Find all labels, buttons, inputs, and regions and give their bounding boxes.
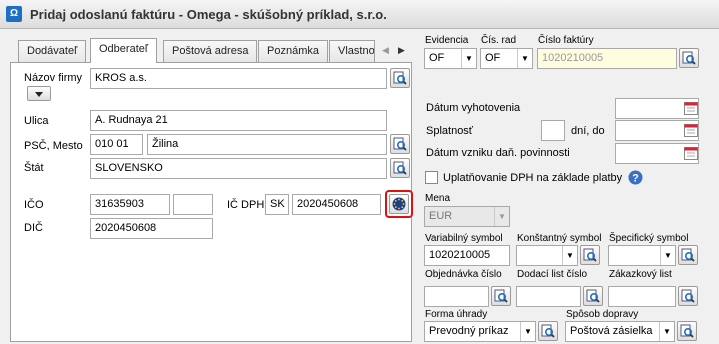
company-label: Názov firmy [24,72,83,84]
tab-scroll-left-icon[interactable]: ◀ [382,45,389,56]
ss-chevron-down-icon[interactable]: ▼ [660,246,675,265]
datum-vyhotovenia-label: Dátum vyhotovenia [426,102,521,114]
mena-label: Mena [425,193,451,204]
zak-label: Zákazkový list [609,269,672,280]
ks-label: Konštantný symbol [517,233,602,244]
ss-search-button[interactable] [678,245,698,265]
cislo-faktury-input[interactable]: 1020210005 [537,48,677,69]
cis-rad-chevron-down-icon[interactable]: ▼ [517,49,532,68]
mena-chevron-down-icon[interactable]: ▼ [494,207,509,226]
vs-label: Variabilný symbol [425,233,503,244]
search-icon [393,161,407,175]
search-icon [681,248,695,262]
ico-dph-input[interactable]: 2020450608 [292,194,381,215]
app-icon: Ω [6,6,22,22]
vs-input[interactable]: 1020210005 [424,245,510,266]
ks-chevron-down-icon[interactable]: ▼ [562,246,577,265]
dic-input[interactable]: 2020450608 [90,218,213,239]
help-icon[interactable]: ? [628,170,643,185]
state-search-button[interactable] [390,158,410,178]
ico-input[interactable]: 31635903 [90,194,170,215]
datum-vzniku-label: Dátum vzniku daň. povinnosti [426,147,570,159]
tab-vlastnosti[interactable]: Vlastno [329,40,375,62]
splatnost-days-input[interactable] [541,120,565,141]
search-icon [393,71,407,85]
obj-search-button[interactable] [491,286,511,306]
uplatnovanie-checkbox[interactable] [425,171,438,184]
search-icon [681,289,695,303]
evidencia-label: Evidencia [425,35,469,46]
search-icon [393,137,407,151]
uplatnovanie-label: Uplatňovanie DPH na základe platby [443,172,623,184]
city-search-button[interactable] [390,134,410,154]
cislo-faktury-search-button[interactable] [679,48,699,68]
window-title: Pridaj odoslanú faktúru - Omega - skúšob… [30,7,387,22]
company-input[interactable]: KROS a.s. [90,68,387,89]
tab-scroll-right-icon[interactable]: ▶ [398,45,405,56]
obj-input[interactable] [424,286,489,307]
ico-dph-prefix-input[interactable]: SK [265,194,289,215]
calendar-icon[interactable] [684,123,698,137]
cis-rad-label: Čís. rad [481,35,517,46]
zip-city-label: PSČ, Mesto [24,140,83,152]
dl-label: Dodací list číslo [517,269,588,280]
ico-dph-label: IČ DPH [227,199,265,211]
cislo-faktury-label: Číslo faktúry [538,35,594,46]
evidencia-chevron-down-icon[interactable]: ▼ [461,49,476,68]
search-icon [682,51,696,65]
street-input[interactable]: A. Rudnaya 21 [90,110,387,131]
dl-search-button[interactable] [583,286,603,306]
search-icon [680,324,694,338]
forma-search-button[interactable] [538,321,558,341]
tab-odberatel[interactable]: Odberateľ [90,38,158,63]
company-dropdown-button[interactable] [27,86,51,101]
ico-label: IČO [24,199,44,211]
zak-search-button[interactable] [678,286,698,306]
street-label: Ulica [24,115,49,127]
dni-do-label: dní, do [571,125,605,137]
tab-dodavatel[interactable]: Dodávateľ [18,40,87,62]
state-input[interactable]: SLOVENSKO [90,158,387,179]
ss-label: Špecifický symbol [609,233,689,244]
search-icon [494,289,508,303]
vies-check-button[interactable] [389,194,409,214]
sposob-search-button[interactable] [677,321,697,341]
forma-label: Forma úhrady [425,309,488,320]
dl-input[interactable] [516,286,581,307]
forma-chevron-down-icon[interactable]: ▼ [520,322,535,341]
calendar-icon[interactable] [684,101,698,115]
splatnost-label: Splatnosť [426,125,473,137]
state-label: Štát [24,162,44,174]
city-input[interactable]: Žilina [147,134,387,155]
zip-input[interactable]: 010 01 [90,134,143,155]
search-icon [583,248,597,262]
svg-text:?: ? [632,173,639,185]
tab-poznamka[interactable]: Poznámka [258,40,328,62]
calendar-icon[interactable] [684,146,698,160]
dic-label: DIČ [24,222,43,234]
ico-extra-input[interactable] [173,194,213,215]
search-icon [541,324,555,338]
obj-label: Objednávka číslo [425,269,502,280]
ks-search-button[interactable] [580,245,600,265]
eu-flag-icon [392,197,406,211]
company-search-button[interactable] [390,68,410,88]
tab-postova-adresa[interactable]: Poštová adresa [163,40,258,62]
chevron-down-icon [35,92,43,97]
sposob-label: Spôsob dopravy [566,309,639,320]
search-icon [586,289,600,303]
sposob-chevron-down-icon[interactable]: ▼ [659,322,674,341]
zak-input[interactable] [608,286,676,307]
